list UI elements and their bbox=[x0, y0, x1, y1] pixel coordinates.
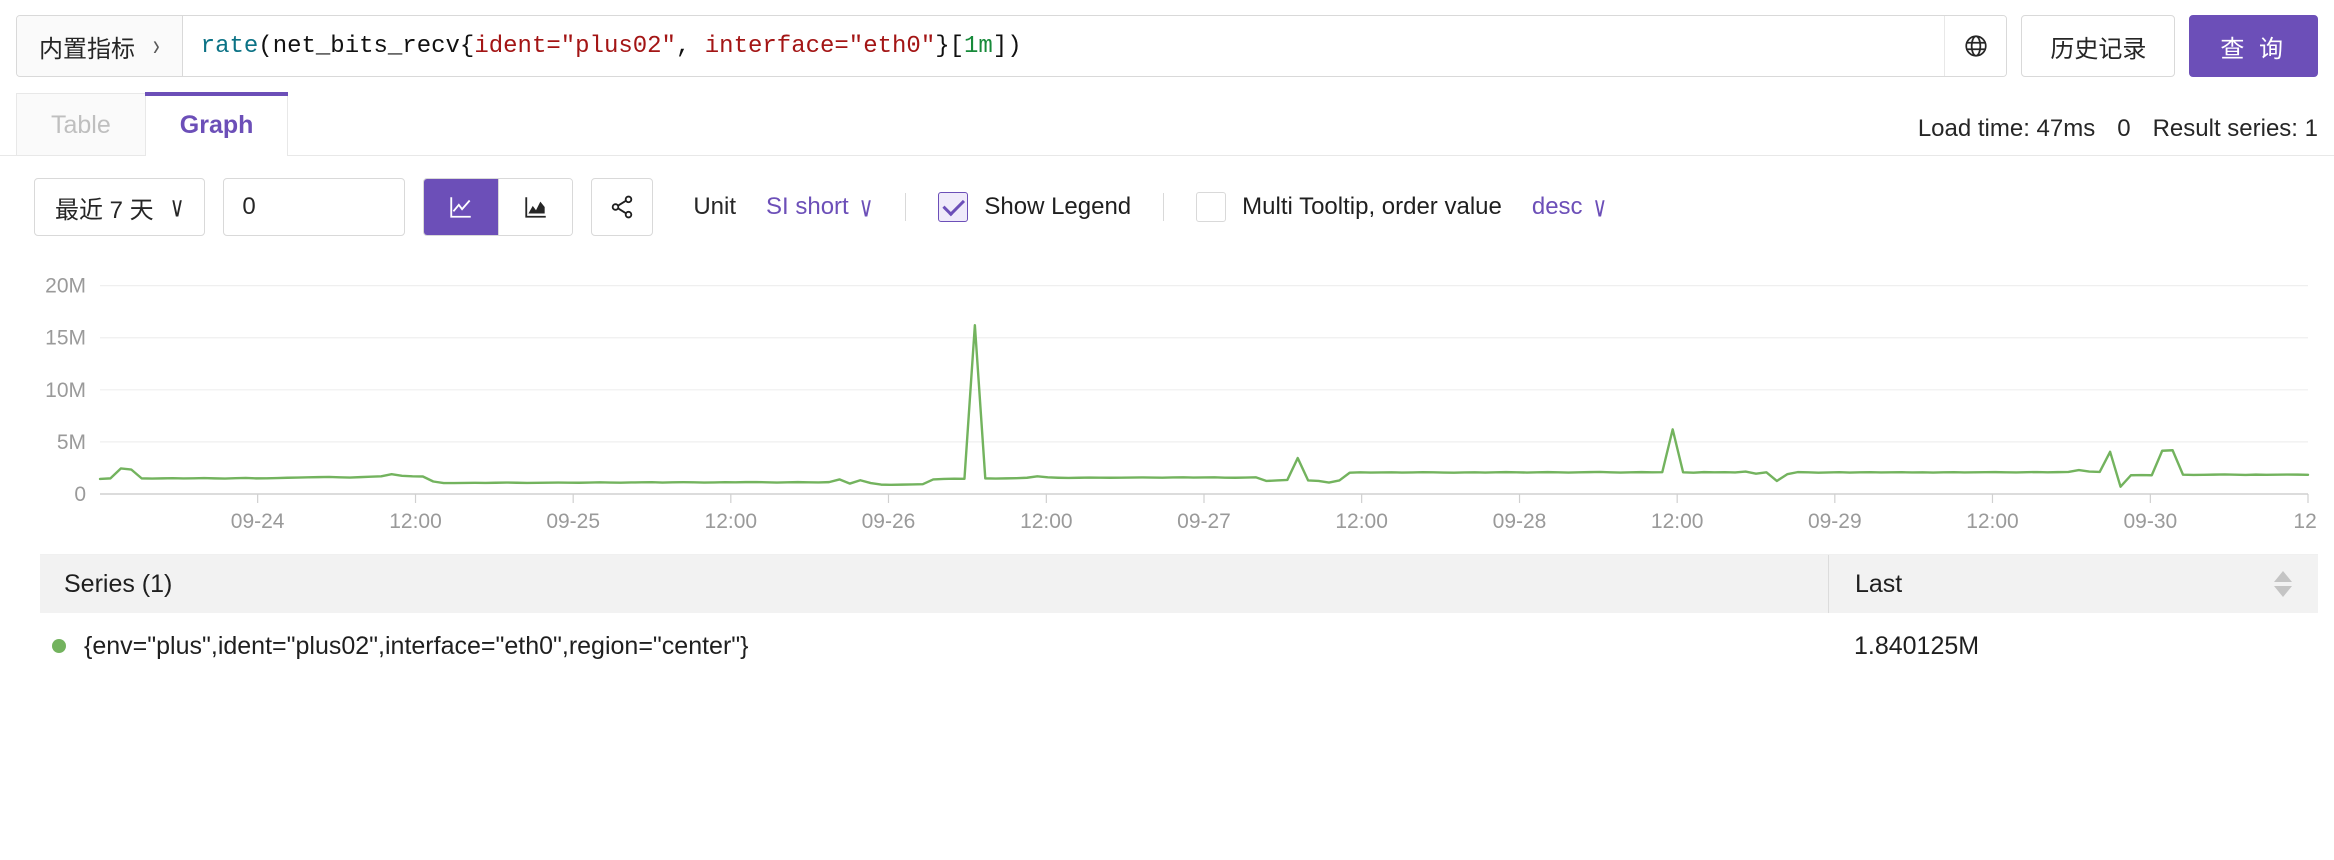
svg-text:12:00: 12:00 bbox=[1335, 510, 1388, 533]
legend-last-value: 1.840125M bbox=[1854, 631, 1980, 660]
checkbox-box bbox=[938, 192, 969, 222]
chevron-down-icon: ∨ bbox=[169, 192, 185, 224]
svg-text:09-26: 09-26 bbox=[862, 510, 916, 533]
unit-value: SI short bbox=[766, 193, 849, 220]
svg-text:12:00: 12:00 bbox=[389, 510, 442, 533]
result-tabs: Table Graph bbox=[16, 92, 289, 156]
svg-text:10M: 10M bbox=[45, 379, 86, 402]
chevron-down-icon: ∨ bbox=[1592, 192, 1608, 224]
svg-text:09-28: 09-28 bbox=[1493, 510, 1547, 533]
order-value: desc bbox=[1531, 193, 1583, 220]
legend-series-header: Series (1) bbox=[64, 569, 173, 598]
query-token-metric: net_bits_recv{ bbox=[272, 32, 475, 60]
tab-graph[interactable]: Graph bbox=[144, 92, 289, 156]
order-value-select[interactable]: desc ∨ bbox=[1531, 192, 1607, 223]
timeseries-chart[interactable]: 0 5M 10M 15M 20M 09-24 12:00 09-25 12:00 09-26 12:… bbox=[16, 260, 2318, 540]
time-range-label: 最近 7 天 bbox=[55, 196, 154, 224]
query-token-label-interface: interface="eth0" bbox=[704, 32, 936, 60]
svg-text:12:00: 12:00 bbox=[1651, 510, 1704, 533]
globe-icon[interactable] bbox=[1944, 16, 2007, 76]
chart-type-toggle bbox=[423, 178, 574, 236]
svg-text:09-25: 09-25 bbox=[546, 510, 600, 533]
query-token-close-brace: }[ bbox=[935, 32, 965, 60]
multi-tooltip-checkbox[interactable]: Multi Tooltip, order value bbox=[1196, 192, 1502, 222]
query-bar: 内置指标 › rate(net_bits_recv{ident="plus02"… bbox=[0, 0, 2334, 92]
builtin-metrics-select[interactable]: 内置指标 › bbox=[17, 16, 183, 76]
sort-arrows-icon[interactable] bbox=[2274, 571, 2292, 597]
toolbar-divider bbox=[1163, 193, 1165, 221]
tab-table[interactable]: Table bbox=[16, 93, 146, 155]
history-button[interactable]: 历史记录 bbox=[2021, 15, 2176, 77]
query-token-open-paren: ( bbox=[258, 32, 273, 60]
svg-text:12:: 12: bbox=[2293, 510, 2318, 533]
checkbox-box bbox=[1196, 192, 1227, 222]
show-legend-checkbox[interactable]: Show Legend bbox=[938, 192, 1131, 222]
time-range-select[interactable]: 最近 7 天 ∨ bbox=[34, 178, 206, 236]
builtin-metrics-label: 内置指标 bbox=[39, 35, 135, 63]
svg-text:20M: 20M bbox=[45, 275, 86, 298]
svg-text:5M: 5M bbox=[57, 431, 86, 454]
svg-text:09-29: 09-29 bbox=[1808, 510, 1862, 533]
query-input-group: 内置指标 › rate(net_bits_recv{ident="plus02"… bbox=[16, 15, 2008, 77]
svg-text:12:00: 12:00 bbox=[705, 510, 758, 533]
query-token-label-ident: ident="plus02" bbox=[474, 32, 676, 60]
run-query-button[interactable]: 查 询 bbox=[2189, 15, 2318, 77]
svg-text:09-30: 09-30 bbox=[2123, 510, 2177, 533]
chart-toolbar: 最近 7 天 ∨ 0 Unit SI short ∨ Show Legend M… bbox=[0, 156, 2334, 254]
legend-series-name: {env="plus",ident="plus02",interface="et… bbox=[84, 631, 749, 660]
legend-series-cell: {env="plus",ident="plus02",interface="et… bbox=[40, 632, 1828, 661]
svg-text:12:00: 12:00 bbox=[1966, 510, 2019, 533]
svg-text:0: 0 bbox=[74, 483, 86, 506]
multi-tooltip-label: Multi Tooltip, order value bbox=[1242, 193, 1502, 220]
prometheus-query-page: 内置指标 › rate(net_bits_recv{ident="plus02"… bbox=[0, 0, 2334, 860]
legend-table: Series (1) Last {env="plus",ident="plus0… bbox=[40, 554, 2318, 679]
load-time-text: Load time: 47ms bbox=[1917, 115, 2096, 142]
legend-row[interactable]: {env="plus",ident="plus02",interface="et… bbox=[40, 613, 2318, 679]
svg-text:15M: 15M bbox=[45, 327, 86, 350]
step-input[interactable]: 0 bbox=[223, 178, 406, 236]
toolbar-divider bbox=[905, 193, 907, 221]
show-legend-label: Show Legend bbox=[984, 193, 1132, 220]
svg-text:09-27: 09-27 bbox=[1177, 510, 1231, 533]
series-color-dot bbox=[52, 639, 66, 653]
legend-last-header[interactable]: Last bbox=[1828, 555, 2318, 613]
query-token-duration: 1m bbox=[964, 32, 993, 60]
legend-header-row: Series (1) Last bbox=[40, 555, 2318, 613]
query-token-function: rate bbox=[200, 32, 259, 60]
query-token-tail: ]) bbox=[992, 32, 1022, 60]
unit-label: Unit bbox=[693, 193, 737, 220]
line-chart-icon[interactable] bbox=[424, 179, 499, 235]
result-tabs-row: Table Graph Load time: 47ms 0 Result ser… bbox=[0, 92, 2334, 156]
area-chart-icon[interactable] bbox=[498, 179, 573, 235]
promql-query-input[interactable]: rate(net_bits_recv{ident="plus02", inter… bbox=[183, 16, 1945, 76]
chevron-down-icon: ∨ bbox=[858, 192, 874, 224]
svg-text:09-24: 09-24 bbox=[231, 510, 285, 533]
query-status: Load time: 47ms 0 Result series: 1 bbox=[1918, 115, 2318, 155]
unit-select[interactable]: SI short ∨ bbox=[766, 192, 873, 223]
graph-panel: 0 5M 10M 15M 20M 09-24 12:00 09-25 12:00 09-26 12:… bbox=[16, 260, 2318, 540]
share-icon[interactable] bbox=[591, 178, 654, 236]
query-token-comma: , bbox=[675, 32, 705, 60]
svg-text:12:00: 12:00 bbox=[1020, 510, 1073, 533]
legend-last-header-label: Last bbox=[1855, 569, 1903, 598]
chevron-right-icon: › bbox=[153, 28, 160, 62]
result-series-text: Result series: 1 bbox=[2152, 115, 2318, 142]
error-count-text: 0 bbox=[2117, 115, 2131, 142]
